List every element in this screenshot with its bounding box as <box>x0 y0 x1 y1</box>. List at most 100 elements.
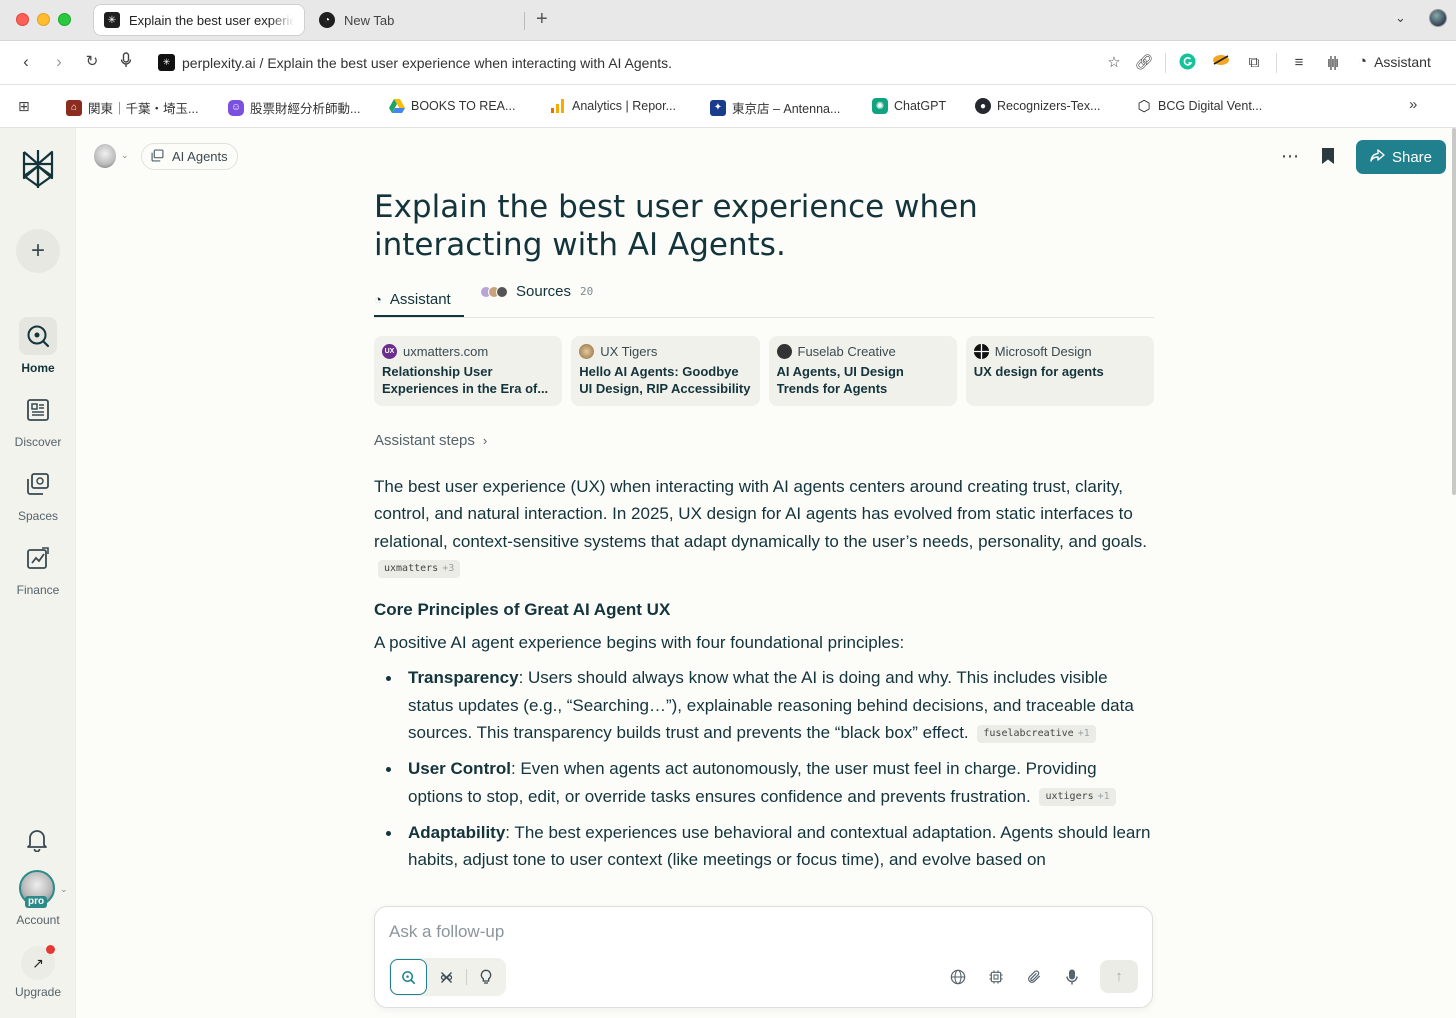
source-card[interactable]: Fuselab Creative AI Agents, UI Design Tr… <box>768 336 957 406</box>
search-icon <box>402 970 415 984</box>
answer-list: Transparency: Users should always know w… <box>374 664 1154 873</box>
source-title: Relationship User Experiences in the Era… <box>382 364 549 396</box>
reload-icon[interactable]: ↻ <box>82 52 102 72</box>
share-button[interactable]: Share <box>1356 140 1446 174</box>
new-tab-button[interactable]: + <box>536 9 548 29</box>
assistant-steps-toggle[interactable]: Assistant steps › <box>374 432 487 449</box>
tab-sources[interactable]: Sources 20 <box>480 283 593 300</box>
bookmark-item[interactable]: ● Recognizers-Tex... <box>975 98 1101 114</box>
perplexity-logo-icon: ✳ <box>158 54 175 71</box>
upgrade-label: Upgrade <box>14 985 62 999</box>
new-thread-button[interactable]: + <box>16 229 60 273</box>
perplexity-logo-icon[interactable] <box>20 148 56 190</box>
chart-icon <box>19 539 57 577</box>
puzzle-extensions-icon[interactable]: ⧉ <box>1244 53 1264 73</box>
bookmark-item[interactable]: ⌂ 関東｜千葉・埼玉... <box>66 98 198 117</box>
list-item-text: : Even when agents act autonomously, the… <box>408 759 1097 806</box>
extension-icon[interactable] <box>1211 53 1231 73</box>
share-label: Share <box>1391 148 1433 166</box>
pro-badge: pro <box>25 896 48 908</box>
fuselab-logo-icon <box>776 344 792 359</box>
tab-assistant[interactable]: ◔ Assistant <box>374 283 464 317</box>
source-favicons <box>480 285 508 298</box>
research-mode-button[interactable] <box>428 959 465 995</box>
tiger-logo-icon <box>579 344 595 359</box>
bookmark-icon[interactable] <box>1322 148 1334 164</box>
model-chip-icon[interactable] <box>986 967 1006 987</box>
apps-grid-icon[interactable]: ⊞ <box>18 98 30 115</box>
microphone-icon[interactable] <box>116 52 136 73</box>
source-card[interactable]: UX uxmatters.com Relationship User Exper… <box>374 336 563 406</box>
bookmark-label: 関東｜千葉・埼玉... <box>88 102 199 116</box>
search-mode-button[interactable] <box>390 959 427 995</box>
lightbulb-icon <box>480 969 491 984</box>
page-scrollbar[interactable] <box>1452 128 1456 495</box>
chevron-down-icon[interactable]: ⌄ <box>60 884 68 895</box>
chevron-down-icon[interactable]: ⌄ <box>121 150 129 161</box>
analytics-bars-icon <box>550 98 566 114</box>
source-card[interactable]: Microsoft Design UX design for agents <box>965 336 1154 406</box>
sidebar-item-spaces[interactable]: Spaces <box>0 465 76 523</box>
url-field[interactable]: ✳ perplexity.ai / Explain the best user … <box>158 54 672 71</box>
back-icon[interactable]: ‹ <box>16 52 36 72</box>
tab-list-chevron-icon[interactable]: ⌄ <box>1395 10 1406 26</box>
browser-tab-active[interactable]: ✳ Explain the best user experie <box>93 4 305 36</box>
microphone-icon[interactable] <box>1062 967 1082 987</box>
labs-mode-button[interactable] <box>467 959 504 995</box>
thread-author-avatar[interactable] <box>94 144 116 168</box>
perplexity-logo-icon: ✳ <box>104 12 120 28</box>
link-icon[interactable]: 🔗︎ <box>1134 53 1154 73</box>
microsoft-design-logo-icon <box>973 344 989 359</box>
steps-label: Assistant steps <box>374 432 475 449</box>
star-icon[interactable]: ☆ <box>1104 53 1124 73</box>
citation-chip[interactable]: fuselabcreative +1 <box>977 724 1096 743</box>
globe-icon[interactable] <box>948 967 968 987</box>
bookmark-item[interactable]: ✺ ChatGPT <box>872 98 946 114</box>
send-button[interactable]: ↑ <box>1100 960 1138 993</box>
bookmark-label: Analytics | Repor... <box>572 99 676 113</box>
minimize-window-button[interactable] <box>37 13 50 26</box>
notification-dot <box>46 945 55 954</box>
uxmatters-logo-icon: UX <box>382 344 397 359</box>
bookmark-label: BCG Digital Vent... <box>1158 99 1263 113</box>
paperclip-icon[interactable] <box>1024 967 1044 987</box>
space-pill[interactable]: AI Agents <box>141 143 238 170</box>
browser-profile-avatar[interactable] <box>1429 9 1447 27</box>
more-bookmarks-icon[interactable]: » <box>1409 96 1417 113</box>
app-sidebar: + Home Discover Spaces Finance pro ⌄ Acc… <box>0 128 76 1018</box>
answer-text: The best user experience (UX) when inter… <box>374 477 1147 551</box>
sidebar-item-finance[interactable]: Finance <box>0 539 76 597</box>
list-item: Transparency: Users should always know w… <box>374 664 1154 746</box>
chatgpt-icon: ✺ <box>872 98 888 114</box>
browser-assistant-button[interactable]: ◔ Assistant <box>1358 53 1431 70</box>
notifications-bell-icon[interactable] <box>26 828 48 858</box>
citation-name: uxmatters <box>384 563 439 575</box>
reader-list-icon[interactable]: ≡ <box>1289 53 1309 73</box>
voice-waveform-icon[interactable]: ı|ı|ı <box>1322 53 1342 73</box>
bookmark-label: 股票財經分析師動... <box>250 102 361 116</box>
tab-divider <box>524 12 525 30</box>
source-card[interactable]: UX Tigers Hello AI Agents: Goodbye UI De… <box>571 336 760 406</box>
list-item-text: : The best experiences use behavioral an… <box>408 822 1151 870</box>
bookmark-item[interactable]: ⬡ BCG Digital Vent... <box>1136 98 1263 115</box>
citation-chip[interactable]: uxtigers +1 <box>1039 788 1116 807</box>
citation-extra: +3 <box>442 563 455 575</box>
maximize-window-button[interactable] <box>58 13 71 26</box>
citation-chip[interactable]: uxmatters +3 <box>378 560 461 579</box>
bookmark-item[interactable]: ✦ 東京店 – Antenna... <box>710 98 840 117</box>
source-name: Fuselab Creative <box>797 344 896 359</box>
bot-face-icon: ☺ <box>228 99 244 116</box>
bookmark-item[interactable]: BOOKS TO REA... <box>389 98 515 114</box>
close-window-button[interactable] <box>16 13 29 26</box>
more-options-icon[interactable]: ⋯ <box>1281 146 1300 167</box>
sidebar-item-home[interactable]: Home <box>0 317 76 375</box>
toolbar-divider <box>1165 53 1166 73</box>
bookmark-label: BOOKS TO REA... <box>411 99 516 113</box>
sidebar-item-discover[interactable]: Discover <box>0 391 76 449</box>
forward-icon[interactable]: › <box>49 52 69 72</box>
bookmark-item[interactable]: Analytics | Repor... <box>550 98 676 114</box>
bookmark-item[interactable]: ☺ 股票財經分析師動... <box>228 98 360 117</box>
followup-input[interactable] <box>389 919 1089 945</box>
grammarly-extension-icon[interactable] <box>1177 53 1197 76</box>
browser-tab-new-tab[interactable]: ◔ New Tab <box>310 4 525 36</box>
